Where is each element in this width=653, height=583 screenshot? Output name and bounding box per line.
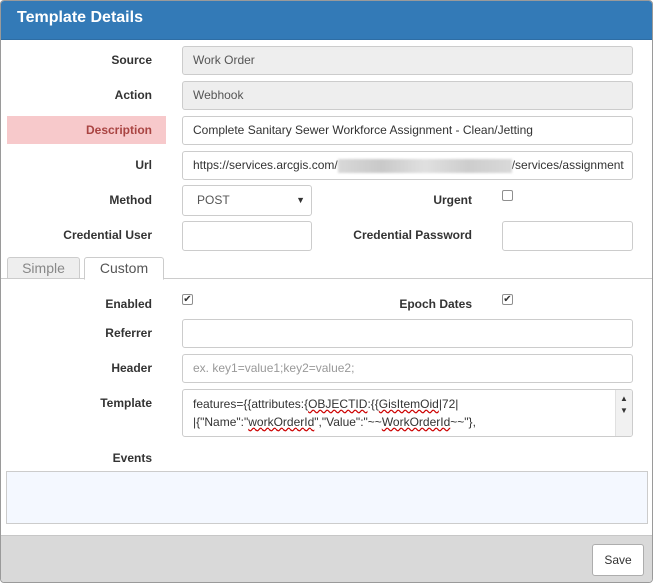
- source-field: Work Order: [182, 46, 633, 75]
- dialog-titlebar: Template Details: [1, 1, 652, 40]
- description-label: Description: [7, 116, 166, 144]
- events-list[interactable]: [6, 471, 648, 524]
- tab-simple[interactable]: Simple: [7, 257, 80, 279]
- urgent-checkbox[interactable]: [502, 190, 513, 201]
- scroll-down-icon[interactable]: ▼: [620, 406, 628, 415]
- template-label: Template: [100, 396, 152, 410]
- source-label: Source: [111, 53, 152, 67]
- url-prefix: https://services.arcgis.com/: [193, 158, 338, 172]
- save-button[interactable]: Save: [592, 544, 644, 576]
- url-suffix: /services/assignment: [511, 158, 624, 172]
- checkmark-icon: ✔: [183, 294, 192, 305]
- url-redacted-segment: [337, 158, 512, 173]
- urgent-label: Urgent: [433, 193, 472, 207]
- action-field: Webhook: [182, 81, 633, 110]
- enabled-label: Enabled: [105, 297, 152, 311]
- template-line-1: features={{attributes:{OBJECTID:{{GisIte…: [193, 397, 459, 411]
- method-select[interactable]: POST ▼: [182, 185, 312, 216]
- header-label: Header: [111, 361, 152, 375]
- credential-user-input[interactable]: [182, 221, 312, 251]
- template-scrollbar[interactable]: ▲ ▼: [615, 390, 632, 436]
- url-input[interactable]: https://services.arcgis.com/ /services/as…: [182, 151, 633, 180]
- template-line-2: |{"Name":"workOrderId","Value":"~~WorkOr…: [193, 415, 476, 429]
- template-details-dialog: Template Details Source Work Order Actio…: [0, 0, 653, 583]
- checkmark-icon: ✔: [503, 294, 512, 305]
- chevron-down-icon: ▼: [296, 195, 305, 205]
- description-label-text: Description: [85, 123, 152, 137]
- action-label: Action: [114, 88, 152, 102]
- description-input[interactable]: Complete Sanitary Sewer Workforce Assign…: [182, 116, 633, 145]
- events-label: Events: [112, 451, 152, 465]
- credential-password-input[interactable]: [502, 221, 633, 251]
- scroll-up-icon[interactable]: ▲: [620, 394, 628, 403]
- credential-user-label: Credential User: [63, 228, 152, 242]
- dialog-title: Template Details: [17, 9, 143, 26]
- method-label: Method: [109, 193, 152, 207]
- referrer-input[interactable]: [182, 319, 633, 348]
- epoch-dates-checkbox[interactable]: ✔: [502, 294, 513, 305]
- referrer-label: Referrer: [105, 326, 152, 340]
- header-input[interactable]: ex. key1=value1;key2=value2;: [182, 354, 633, 383]
- enabled-checkbox[interactable]: ✔: [182, 294, 193, 305]
- tab-custom[interactable]: Custom: [84, 257, 164, 280]
- epoch-dates-label: Epoch Dates: [399, 297, 472, 311]
- dialog-footer: Save: [1, 535, 652, 582]
- credential-password-label: Credential Password: [353, 228, 472, 242]
- template-textarea[interactable]: features={{attributes:{OBJECTID:{{GisIte…: [182, 389, 633, 437]
- url-label: Url: [135, 158, 152, 172]
- method-selected-value: POST: [197, 193, 230, 207]
